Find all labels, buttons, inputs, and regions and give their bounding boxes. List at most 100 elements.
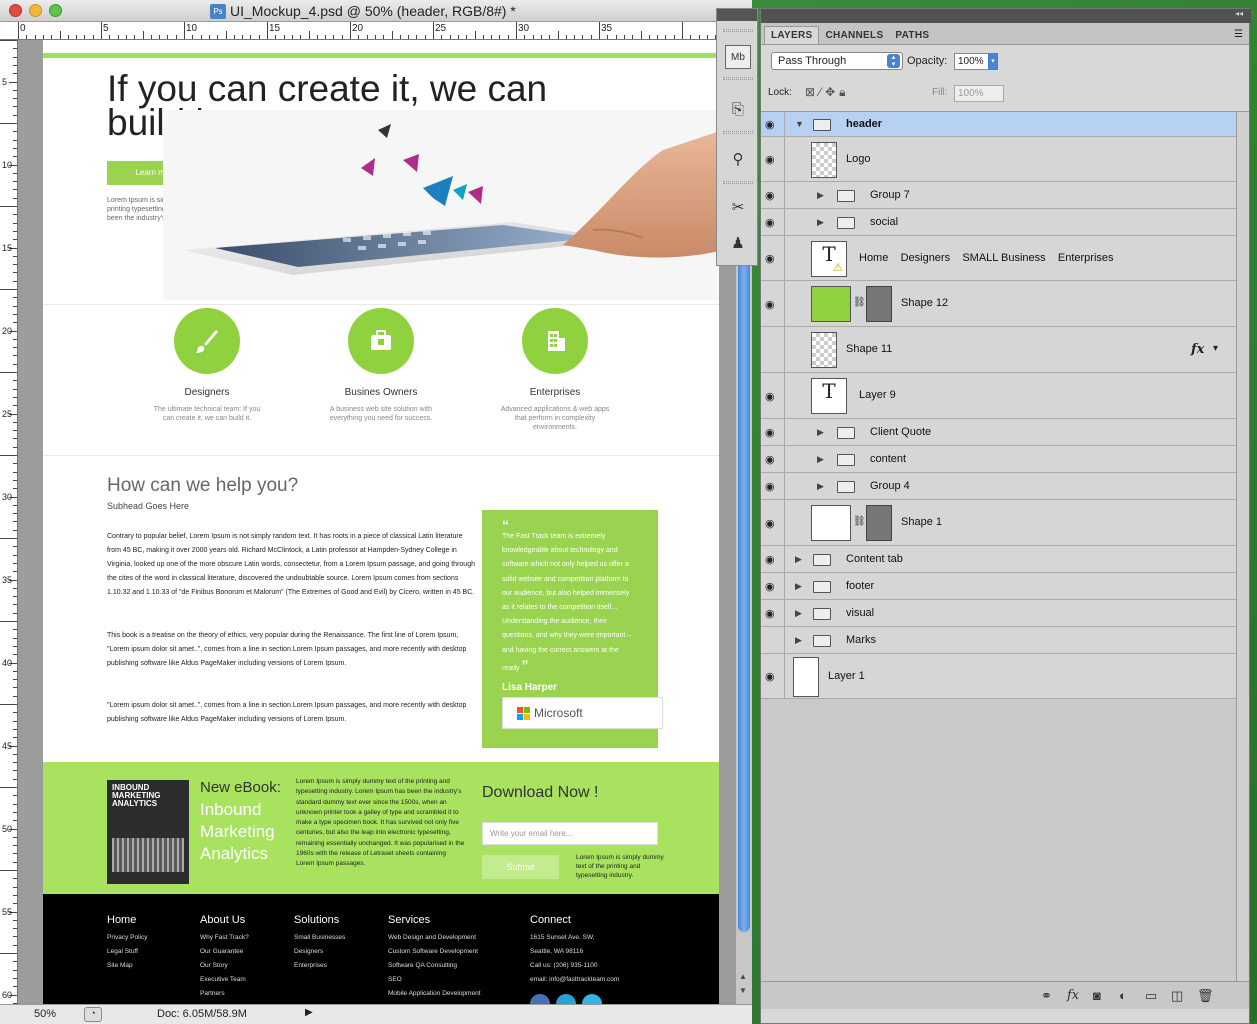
layer-name[interactable]: Home Designers SMALL Business Enterprise… — [859, 252, 1114, 264]
expand-down-icon[interactable]: ▼ — [795, 119, 804, 129]
layer-name[interactable]: Logo — [846, 153, 870, 165]
layer-row[interactable]: ◉ ▶ content — [761, 446, 1236, 473]
zoom-level[interactable]: 50% — [34, 1008, 56, 1020]
footer-link[interactable]: Designers — [294, 945, 345, 959]
footer-link[interactable]: Legal Stuff — [107, 945, 147, 959]
brush-presets-icon[interactable]: ⚲ — [725, 147, 751, 171]
link-icon[interactable]: ⚭ — [1041, 988, 1052, 1004]
close-button[interactable] — [9, 4, 22, 17]
footer-heading[interactable]: Solutions — [294, 914, 345, 926]
footer-link[interactable]: Web Design and Development — [388, 931, 481, 945]
layer-name[interactable]: social — [870, 216, 898, 228]
layer-row[interactable]: ◉ ▶ social — [761, 209, 1236, 236]
layer-name[interactable]: Shape 1 — [901, 516, 942, 528]
opacity-field[interactable]: 100% ▾ — [954, 53, 998, 70]
history-icon[interactable]: ⎘ — [725, 97, 751, 121]
layer-row[interactable]: ◉ ▶ Client Quote — [761, 419, 1236, 446]
layer-row[interactable]: ◉ ▶ visual — [761, 600, 1236, 627]
fill-field[interactable]: 100% — [954, 85, 1004, 102]
lock-options[interactable]: ⊠⁄✥🔒︎ — [805, 85, 850, 100]
link-icon[interactable]: ⛓ — [853, 516, 866, 527]
tab-channels[interactable]: CHANNELS — [819, 27, 889, 44]
visibility-toggle[interactable] — [761, 627, 785, 653]
expand-right-icon[interactable]: ▶ — [817, 481, 824, 492]
footer-link[interactable]: Our Guarantee — [200, 945, 249, 959]
adjustment-icon[interactable]: ◐ — [1119, 988, 1127, 1003]
tab-layers[interactable]: LAYERS — [764, 26, 820, 44]
expand-right-icon[interactable]: ▶ — [795, 581, 802, 592]
footer-link[interactable]: Our Story — [200, 959, 249, 973]
visibility-toggle[interactable]: ◉ — [761, 112, 785, 136]
visibility-toggle[interactable]: ◉ — [761, 500, 785, 545]
dropdown-arrow-icon[interactable]: ▾ — [988, 53, 998, 70]
horizontal-ruler[interactable]: 0 5 10 15 20 25 30 35 — [0, 22, 752, 40]
fx-icon[interactable]: fx — [1191, 342, 1204, 357]
footer-link[interactable]: SEO — [388, 973, 481, 987]
tool-presets-icon[interactable]: ✂ — [725, 195, 751, 219]
layer-row[interactable]: ◉ ▶ footer — [761, 573, 1236, 600]
title-bar[interactable]: Ps UI_Mockup_4.psd @ 50% (header, RGB/8#… — [0, 0, 752, 22]
email-field[interactable]: Write your email here... — [482, 822, 658, 845]
footer-link[interactable]: Custom Software Development — [388, 945, 481, 959]
footer-link[interactable]: 1615 Sunset Ave. SW, — [530, 931, 619, 945]
visibility-toggle[interactable]: ◉ — [761, 182, 785, 208]
panel-menu-icon[interactable]: ☰ — [1228, 25, 1249, 44]
scroll-down-arrow[interactable]: ▼ — [739, 986, 747, 995]
footer-link[interactable]: Why Fast Track? — [200, 931, 249, 945]
layer-row[interactable]: ◉ ▶ Content tab — [761, 546, 1236, 573]
footer-link[interactable]: Software QA Consulting — [388, 959, 481, 973]
footer-link[interactable]: Executive Team — [200, 973, 249, 987]
submit-button[interactable]: Submit — [482, 855, 559, 879]
mini-bridge-icon[interactable]: Mb — [725, 45, 751, 69]
layer-name[interactable]: Group 4 — [870, 480, 910, 492]
fx-icon[interactable]: fx — [1067, 988, 1079, 1003]
footer-link[interactable]: Call us: (206) 935-1100 — [530, 959, 619, 973]
layer-name[interactable]: Content tab — [846, 553, 903, 565]
folder-icon[interactable]: ▭ — [1145, 988, 1157, 1004]
layer-row[interactable]: ◉ Layer 1 — [761, 654, 1236, 699]
layer-row[interactable]: ▶ Marks — [761, 627, 1236, 654]
panel-header[interactable]: ◂◂ — [761, 9, 1251, 23]
trash-icon[interactable]: 🗑︎ — [1197, 988, 1214, 1004]
timing-icon[interactable]: ◔ — [84, 1007, 102, 1022]
linkedin-icon[interactable] — [556, 994, 576, 1004]
footer-link[interactable]: Mobile Application Development — [388, 987, 481, 1001]
layer-name[interactable]: Marks — [846, 634, 876, 646]
footer-heading[interactable]: Home — [107, 914, 147, 926]
tab-paths[interactable]: PATHS — [889, 27, 935, 44]
footer-heading[interactable]: Connect — [530, 914, 619, 926]
layer-name[interactable]: Layer 9 — [859, 389, 896, 401]
layer-row[interactable]: ◉ ⛓ Shape 12 — [761, 281, 1236, 327]
link-icon[interactable]: ⛓ — [853, 297, 866, 308]
footer-link[interactable]: Partners — [200, 987, 249, 1001]
layer-name[interactable]: header — [846, 118, 882, 130]
facebook-icon[interactable] — [530, 994, 550, 1004]
expand-right-icon[interactable]: ▶ — [795, 608, 802, 619]
service-business-owners[interactable]: Busines Owners A business web site solut… — [301, 308, 461, 423]
expand-right-icon[interactable]: ▶ — [817, 190, 824, 201]
expand-right-icon[interactable]: ▶ — [817, 454, 824, 465]
layer-name[interactable]: visual — [846, 607, 874, 619]
visibility-toggle[interactable]: ◉ — [761, 473, 785, 499]
expand-right-icon[interactable]: ▶ — [817, 217, 824, 228]
visibility-toggle[interactable]: ◉ — [761, 236, 785, 280]
layer-row[interactable]: ◉ ⛓ Shape 1 — [761, 500, 1236, 546]
visibility-toggle[interactable]: ◉ — [761, 573, 785, 599]
layer-name[interactable]: Shape 11 — [846, 343, 892, 355]
visibility-toggle[interactable]: ◉ — [761, 654, 785, 698]
layer-row[interactable]: Shape 11 fx ▾ — [761, 327, 1236, 373]
layer-name[interactable]: content — [870, 453, 906, 465]
expand-right-icon[interactable]: ▶ — [795, 554, 802, 565]
expand-effects-icon[interactable]: ▾ — [1213, 343, 1218, 354]
expand-right-icon[interactable]: ▶ — [795, 635, 802, 646]
vertical-ruler[interactable]: 5 10 15 20 25 30 35 40 45 50 55 60 — [0, 40, 18, 1004]
layers-scrollbar[interactable] — [1236, 112, 1249, 982]
footer-heading[interactable]: About Us — [200, 914, 249, 926]
mockup-page[interactable]: If you can create it, we can build it. L… — [43, 40, 719, 1004]
new-layer-icon[interactable]: ◫ — [1171, 988, 1183, 1004]
twitter-icon[interactable] — [582, 994, 602, 1004]
service-enterprises[interactable]: Enterprises Advanced applications & web … — [475, 308, 635, 432]
lock-transparent-icon[interactable]: ⊠ — [805, 85, 819, 99]
visibility-toggle[interactable]: ◉ — [761, 137, 785, 181]
footer-link[interactable]: Privacy Policy — [107, 931, 147, 945]
